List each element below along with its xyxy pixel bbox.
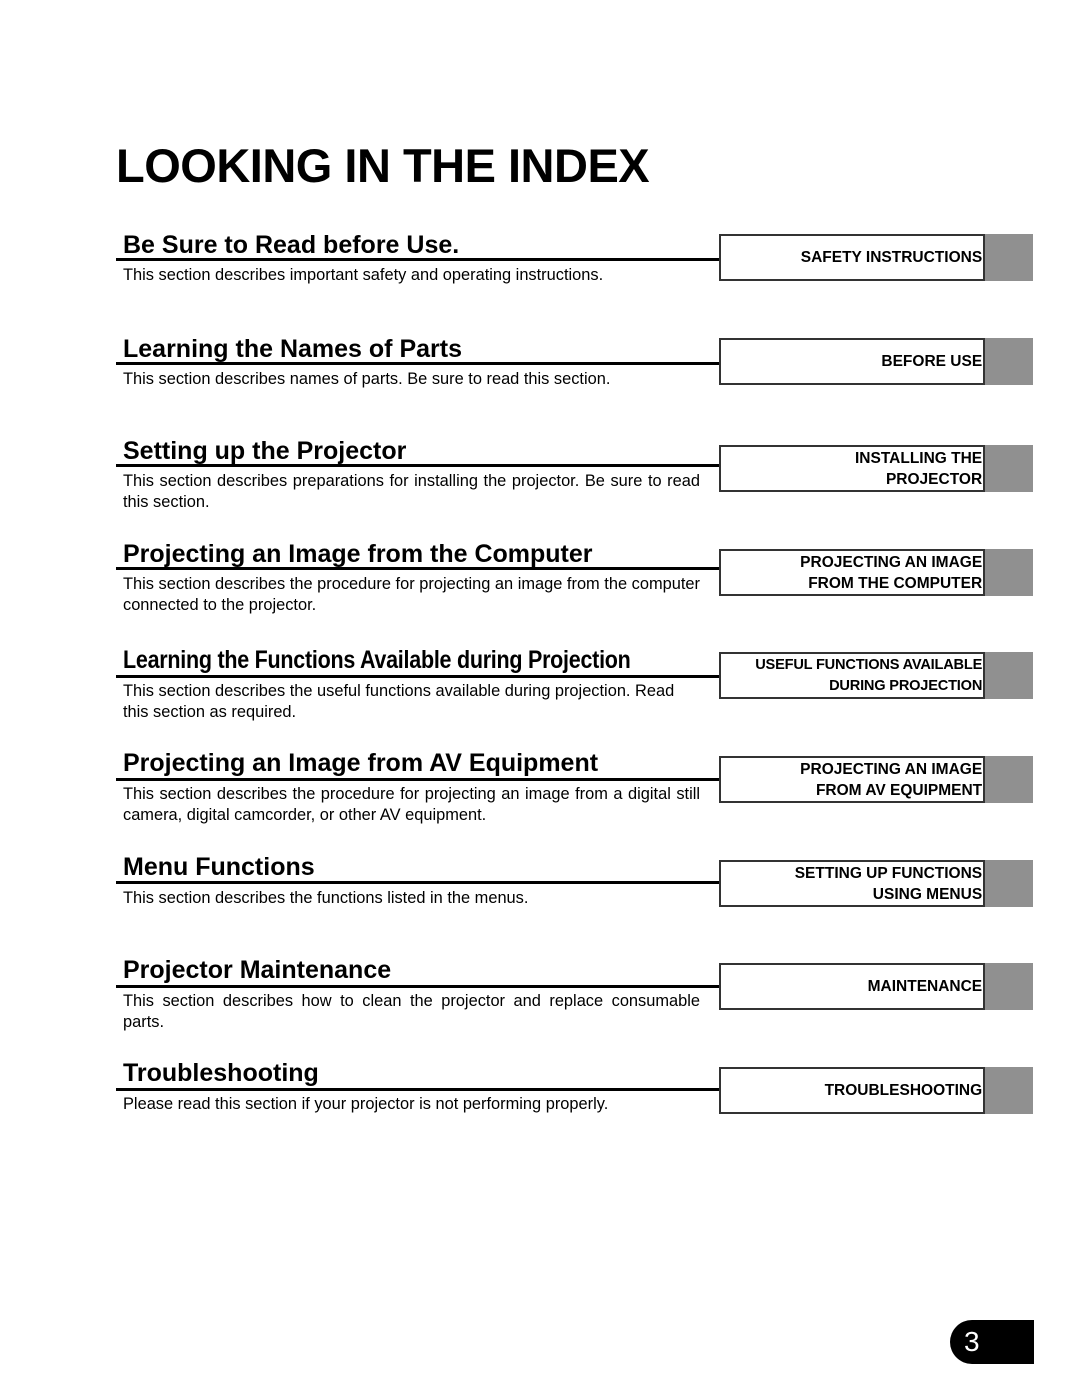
section-heading: Projector Maintenance — [123, 956, 392, 984]
tab-gray-marker — [985, 652, 1033, 699]
page-title: LOOKING IN THE INDEX — [116, 139, 650, 192]
index-section-functions-during-projection: Learning the Functions Available during … — [116, 645, 1034, 745]
section-divider — [116, 675, 720, 678]
index-section-names-of-parts: Learning the Names of Parts This section… — [116, 334, 1034, 434]
section-description: This section describes important safety … — [123, 266, 604, 284]
tab-label-box[interactable]: MAINTENANCE — [719, 963, 986, 1010]
tab-label-line-1: USEFUL FUNCTIONS AVAILABLE — [755, 656, 983, 673]
index-tab-projecting-from-av[interactable]: PROJECTING AN IMAGE FROM AV EQUIPMENT — [719, 756, 1033, 803]
tab-label-line-2: FROM THE COMPUTER — [808, 574, 983, 592]
tab-gray-marker — [985, 756, 1033, 803]
tab-label-line-2: PROJECTOR — [885, 470, 983, 488]
tab-label-line-2: DURING PROJECTION — [829, 677, 983, 694]
section-heading: Setting up the Projector — [123, 437, 407, 465]
tab-label: SAFETY INSTRUCTIONS — [800, 249, 983, 266]
tab-label-box[interactable]: INSTALLING THE PROJECTOR — [719, 445, 986, 492]
tab-label: MAINTENANCE — [867, 978, 983, 995]
tab-gray-marker — [985, 549, 1033, 596]
tab-label-line-1: PROJECTING AN IMAGE — [800, 760, 983, 778]
section-divider — [116, 778, 720, 781]
section-heading: Learning the Names of Parts — [123, 335, 462, 363]
section-description: This section describes the procedure for… — [123, 785, 700, 824]
tab-label: BEFORE USE — [881, 353, 983, 370]
tab-label-box[interactable]: SAFETY INSTRUCTIONS — [719, 234, 986, 281]
page-number: 3 — [964, 1326, 980, 1357]
index-section-setting-up: Setting up the Projector This section de… — [116, 436, 1034, 536]
tab-gray-marker — [985, 234, 1033, 281]
tab-gray-marker — [985, 860, 1033, 907]
section-divider — [116, 567, 720, 570]
tab-gray-marker — [985, 963, 1033, 1010]
section-heading: Menu Functions — [123, 853, 315, 881]
section-description: This section describes the functions lis… — [123, 889, 529, 907]
section-heading: Projecting an Image from the Computer — [123, 540, 593, 568]
section-divider — [116, 1088, 720, 1091]
index-section-menu-functions: Menu Functions This section describes th… — [116, 852, 1034, 952]
section-heading: Troubleshooting — [123, 1059, 319, 1087]
section-description: Please read this section if your project… — [123, 1095, 609, 1113]
index-section-projecting-av: Projecting an Image from AV Equipment Th… — [116, 748, 1034, 848]
tab-label-line-1: SETTING UP FUNCTIONS — [794, 864, 983, 882]
tab-gray-marker — [985, 338, 1033, 385]
tab-gray-marker — [985, 1067, 1033, 1114]
section-description: This section describes how to clean the … — [123, 992, 700, 1031]
section-divider — [116, 362, 720, 365]
index-section-maintenance: Projector Maintenance This section descr… — [116, 955, 1034, 1055]
section-description: This section describes the useful functi… — [123, 682, 675, 721]
index-tab-troubleshooting[interactable]: TROUBLESHOOTING — [719, 1067, 1033, 1114]
index-tab-installing-the-projector[interactable]: INSTALLING THE PROJECTOR — [719, 445, 1033, 492]
tab-label: TROUBLESHOOTING — [824, 1082, 983, 1099]
section-divider — [116, 258, 720, 261]
tab-label-box[interactable]: SETTING UP FUNCTIONS USING MENUS — [719, 860, 986, 907]
tab-label-line-2: USING MENUS — [872, 885, 983, 903]
section-heading: Be Sure to Read before Use. — [123, 231, 460, 259]
section-heading: Projecting an Image from AV Equipment — [123, 749, 599, 777]
tab-label-box[interactable]: BEFORE USE — [719, 338, 986, 385]
tab-label-box[interactable]: PROJECTING AN IMAGE FROM AV EQUIPMENT — [719, 756, 986, 803]
tab-label-box[interactable]: USEFUL FUNCTIONS AVAILABLE DURING PROJEC… — [719, 652, 986, 699]
index-tab-safety-instructions[interactable]: SAFETY INSTRUCTIONS — [719, 234, 1033, 281]
section-description: This section describes the procedure for… — [123, 575, 700, 614]
index-tab-projecting-from-computer[interactable]: PROJECTING AN IMAGE FROM THE COMPUTER — [719, 549, 1033, 596]
section-description: This section describes preparations for … — [123, 472, 700, 511]
section-divider — [116, 464, 720, 467]
tab-gray-marker — [985, 445, 1033, 492]
index-section-troubleshooting: Troubleshooting Please read this section… — [116, 1058, 1034, 1158]
index-section-projecting-computer: Projecting an Image from the Computer Th… — [116, 539, 1034, 639]
index-section-safety: Be Sure to Read before Use. This section… — [116, 230, 1034, 330]
tab-label-line-1: INSTALLING THE — [855, 449, 983, 467]
section-divider — [116, 985, 720, 988]
section-divider — [116, 881, 720, 884]
index-tab-useful-functions[interactable]: USEFUL FUNCTIONS AVAILABLE DURING PROJEC… — [719, 652, 1033, 699]
tab-label-box[interactable]: PROJECTING AN IMAGE FROM THE COMPUTER — [719, 549, 986, 596]
tab-label-line-2: FROM AV EQUIPMENT — [815, 781, 983, 799]
section-heading: Learning the Functions Available during … — [123, 646, 631, 674]
index-tab-before-use[interactable]: BEFORE USE — [719, 338, 1033, 385]
section-description: This section describes names of parts. B… — [123, 370, 611, 388]
index-tab-setting-up-functions[interactable]: SETTING UP FUNCTIONS USING MENUS — [719, 860, 1033, 907]
index-tab-maintenance[interactable]: MAINTENANCE — [719, 963, 1033, 1010]
page-number-badge: 3 — [950, 1320, 1034, 1364]
tab-label-line-1: PROJECTING AN IMAGE — [800, 553, 983, 571]
tab-label-box[interactable]: TROUBLESHOOTING — [719, 1067, 986, 1114]
